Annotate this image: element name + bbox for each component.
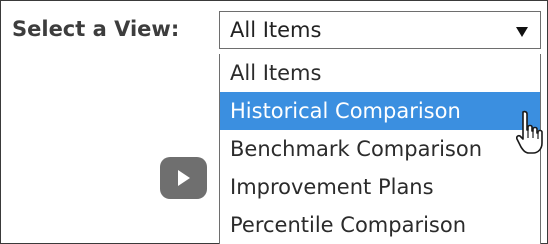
- option-all-items[interactable]: All Items: [220, 54, 540, 92]
- option-historical-comparison[interactable]: Historical Comparison: [220, 92, 540, 130]
- view-options-list: All Items Historical Comparison Benchmar…: [219, 54, 541, 244]
- select-view-label: Select a View:: [12, 17, 180, 41]
- play-icon: [178, 170, 190, 186]
- option-percentile-comparison[interactable]: Percentile Comparison: [220, 206, 540, 244]
- selected-view-value: All Items: [230, 18, 322, 42]
- dropdown-arrow-icon: [516, 27, 528, 37]
- hand-pointer-cursor-icon: [516, 110, 543, 154]
- option-improvement-plans[interactable]: Improvement Plans: [220, 168, 540, 206]
- play-button[interactable]: [160, 157, 207, 199]
- option-benchmark-comparison[interactable]: Benchmark Comparison: [220, 130, 540, 168]
- view-select-dropdown[interactable]: All Items: [219, 11, 541, 49]
